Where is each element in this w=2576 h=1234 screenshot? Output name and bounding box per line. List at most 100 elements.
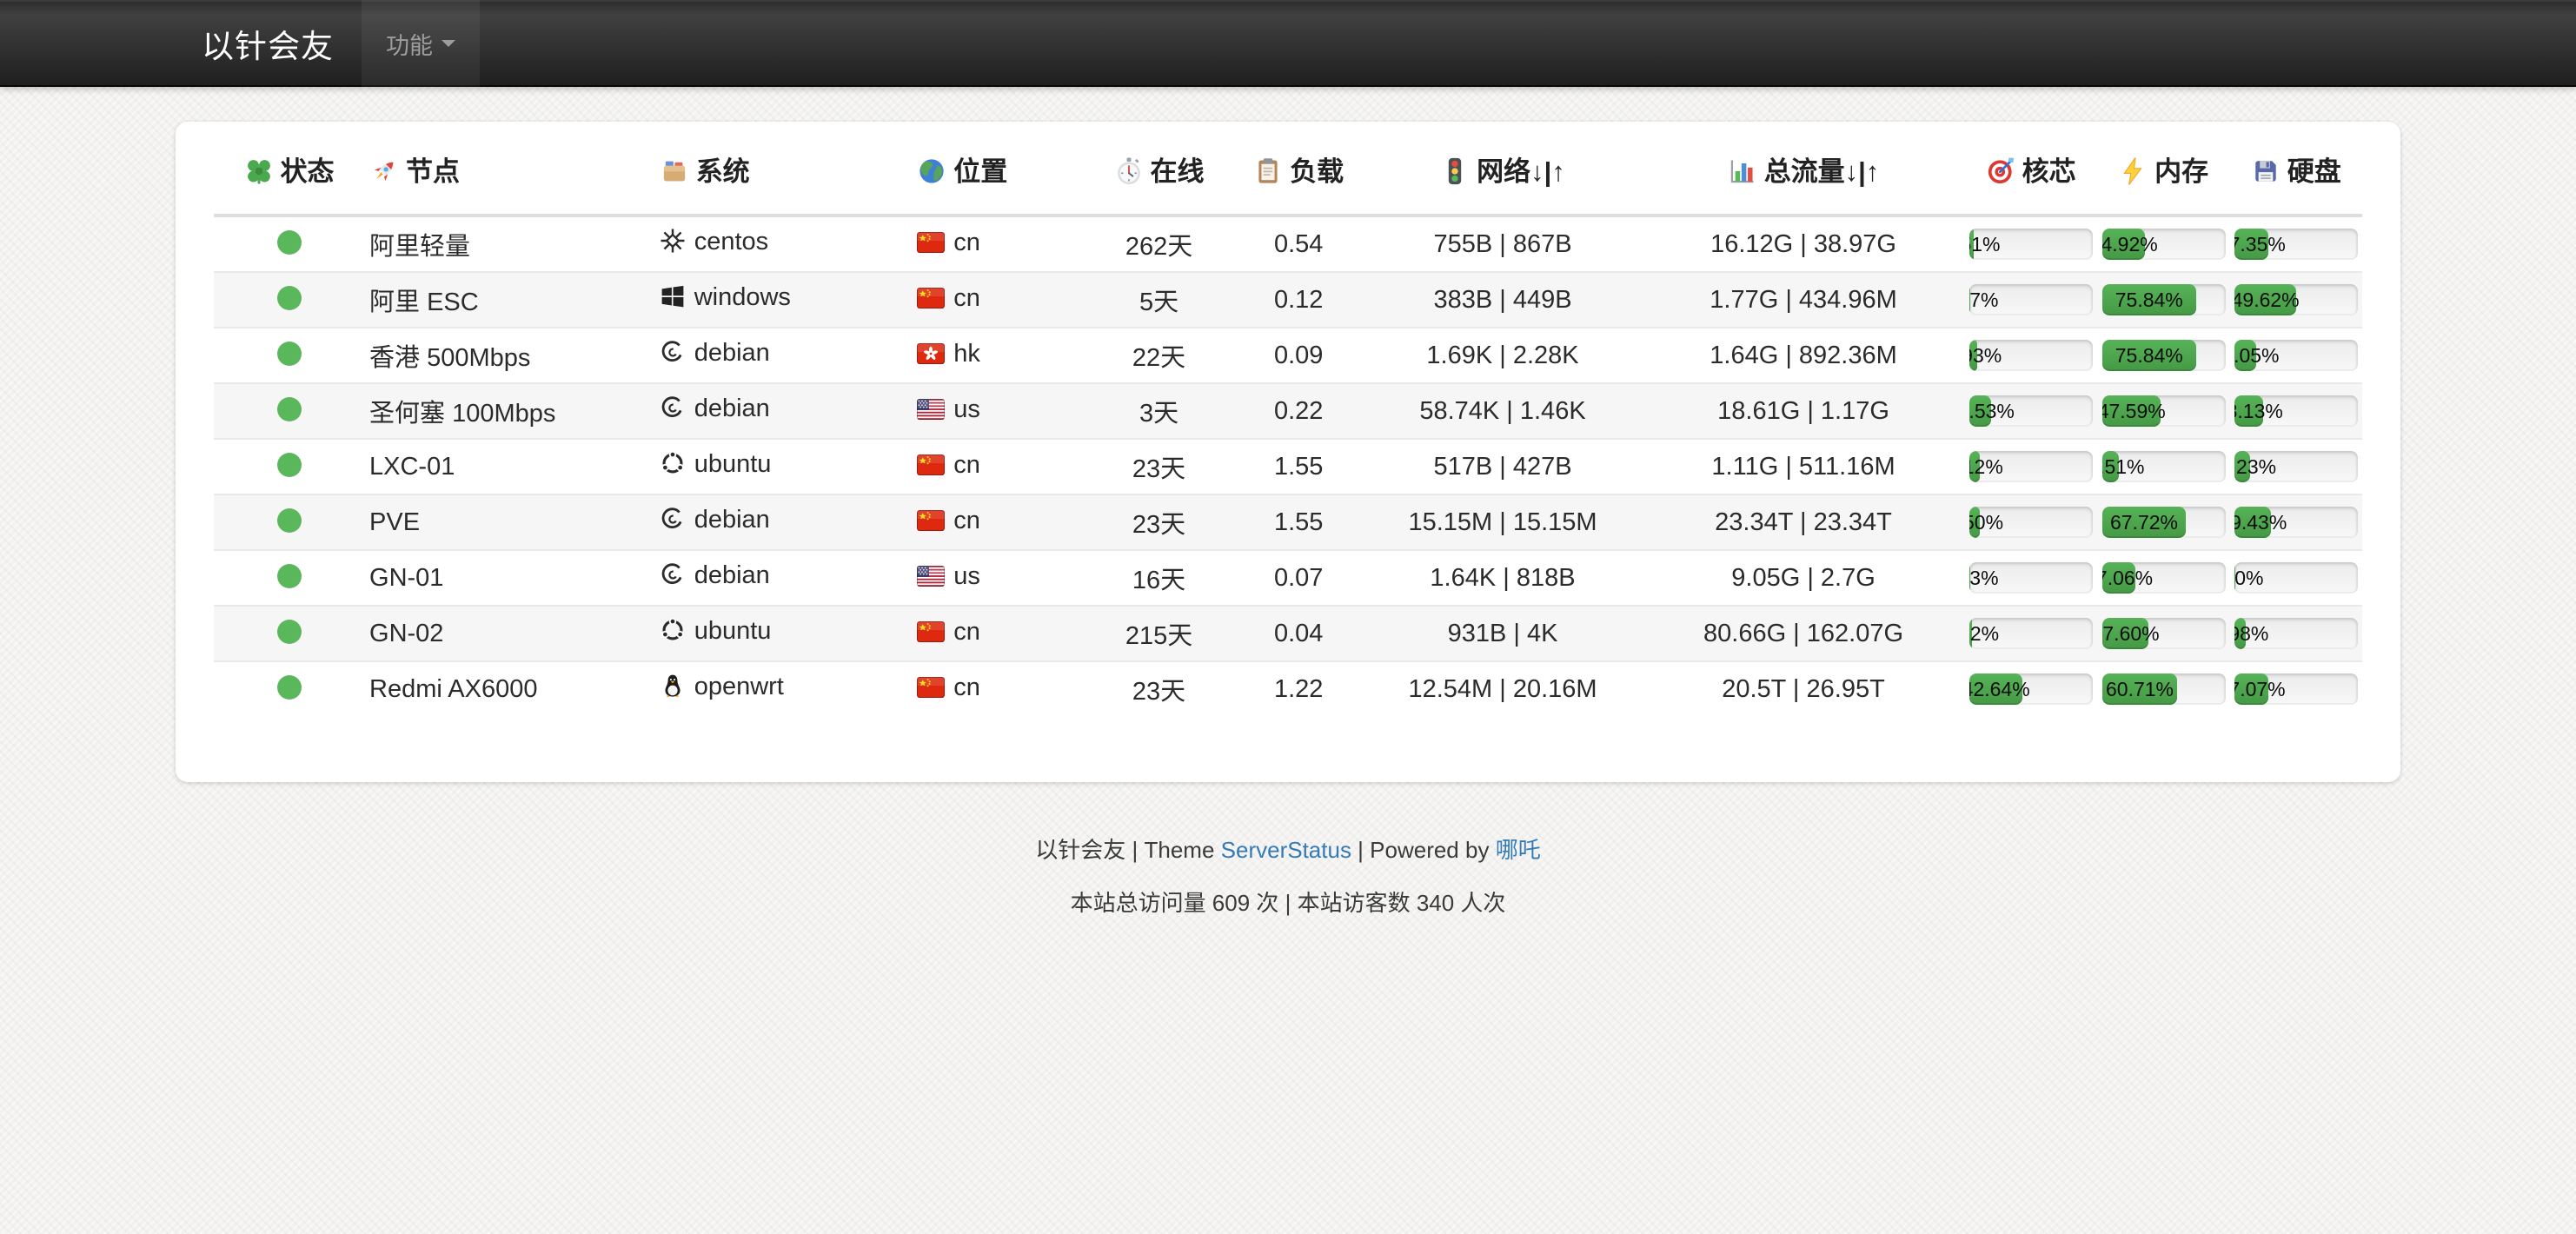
status-dot-online [277, 508, 302, 533]
ram-percent: 27.06% [2102, 568, 2153, 588]
traffic-value: 20.5T | 26.95T [1643, 661, 1965, 716]
flag-cn-icon [917, 287, 945, 315]
load-value: 1.55 [1234, 439, 1363, 494]
disk-percent: 27.07% [2234, 680, 2285, 700]
traffic-value: 80.66G | 162.07G [1643, 606, 1965, 661]
os-label: debian [694, 506, 770, 534]
ram-percent: 67.72% [2110, 513, 2178, 533]
network-value: 755B | 867B [1363, 216, 1642, 272]
uptime-value: 3天 [1084, 383, 1234, 439]
status-dot-online [277, 453, 302, 477]
ubuntu-os-icon [660, 617, 686, 650]
menu-dropdown[interactable]: 功能 [362, 0, 480, 87]
ram-progress: 75.84% [2102, 340, 2226, 371]
network-value: 1.64K | 818B [1363, 550, 1642, 606]
disk-progress: 27.07% [2234, 673, 2358, 705]
node-name: PVE [364, 494, 654, 550]
os-label: debian [694, 339, 770, 367]
column-label: 总流量↓|↑ [1764, 156, 1880, 187]
disk-percent: 23.13% [2234, 401, 2282, 421]
status-dot-online [277, 397, 302, 421]
cpu-progress: 8.50% [1969, 507, 2093, 538]
node-name: 圣何塞 100Mbps [364, 383, 654, 439]
uptime-value: 23天 [1084, 439, 1234, 494]
status-dot-online [277, 564, 302, 588]
ram-progress: 34.92% [2102, 229, 2226, 260]
node-name: GN-02 [364, 606, 654, 661]
cpu-percent: 1.52% [1969, 624, 1999, 644]
table-row: 阿里 ESC windows cn 5天 0.12 383B | 449B 1.… [214, 272, 2362, 328]
network-value: 383B | 449B [1363, 272, 1642, 328]
footer: 以针会友 | Theme ServerStatus | Powered by 哪… [0, 833, 2576, 918]
servers-table: 状态节点系统位置在线负载网络↓|↑总流量↓|↑核芯内存硬盘 阿里轻量 cento… [214, 129, 2362, 716]
ram-progress: 13.51% [2102, 451, 2226, 482]
load-value: 0.54 [1234, 216, 1363, 272]
load-value: 0.09 [1234, 328, 1363, 383]
load-value: 0.04 [1234, 606, 1363, 661]
column-header-uptime: 在线 [1084, 129, 1234, 216]
powered-by-link[interactable]: 哪吒 [1496, 837, 1541, 863]
centos-os-icon [660, 228, 686, 261]
cpu-progress: 3.51% [1969, 229, 2093, 260]
ram-progress: 37.60% [2102, 618, 2226, 649]
column-header-network: 网络↓|↑ [1363, 129, 1642, 216]
column-header-ram: 内存 [2097, 129, 2230, 216]
brand-link[interactable]: 以针会友 [202, 0, 362, 87]
footer-sep1: | Theme [1125, 837, 1220, 863]
cpu-percent: 17.53% [1969, 401, 2014, 421]
disk-percent: 12.23% [2234, 457, 2276, 477]
debian-os-icon [660, 395, 686, 428]
uptime-value: 215天 [1084, 606, 1234, 661]
stopwatch-icon [1114, 156, 1144, 193]
uptime-value: 22天 [1084, 328, 1234, 383]
ram-percent: 34.92% [2102, 235, 2158, 255]
node-name: 香港 500Mbps [364, 328, 654, 383]
network-value: 15.15M | 15.15M [1363, 494, 1642, 550]
traffic-value: 1.11G | 511.16M [1643, 439, 1965, 494]
disk-progress: 12.23% [2234, 451, 2358, 482]
uptime-value: 5天 [1084, 272, 1234, 328]
floppy-icon [2251, 156, 2281, 193]
column-label: 负载 [1290, 156, 1344, 187]
network-value: 58.74K | 1.46K [1363, 383, 1642, 439]
network-value: 1.69K | 2.28K [1363, 328, 1642, 383]
disk-progress: 23.13% [2234, 395, 2358, 427]
status-dot-online [277, 286, 302, 310]
chevron-down-icon [442, 40, 455, 47]
node-name: LXC-01 [364, 439, 654, 494]
table-header-row: 状态节点系统位置在线负载网络↓|↑总流量↓|↑核芯内存硬盘 [214, 129, 2362, 216]
clipboard-icon [1253, 156, 1283, 193]
footer-sep2: | Powered by [1351, 837, 1496, 863]
column-label: 状态 [281, 156, 335, 187]
column-header-load: 负载 [1234, 129, 1363, 216]
visit-stats: 本站总访问量 609 次 | 本站访客数 340 人次 [0, 886, 2576, 918]
ram-percent: 13.51% [2102, 457, 2145, 477]
flag-cn-icon [917, 231, 945, 260]
column-label: 核芯 [2022, 156, 2076, 187]
clover-icon [244, 156, 274, 193]
column-label: 网络↓|↑ [1477, 156, 1565, 187]
traffic-value: 9.05G | 2.7G [1643, 550, 1965, 606]
node-name: 阿里 ESC [364, 272, 654, 328]
rocket-icon [369, 156, 399, 193]
node-name: GN-01 [364, 550, 654, 606]
location-code: cn [953, 229, 980, 256]
status-dot-online [277, 620, 302, 644]
traffic-value: 1.64G | 892.36M [1643, 328, 1965, 383]
ram-percent: 37.60% [2102, 624, 2160, 644]
disk-percent: 27.35% [2234, 235, 2285, 255]
disk-percent: 0.70% [2234, 568, 2263, 588]
traffic-value: 18.61G | 1.17G [1643, 383, 1965, 439]
column-header-cpu: 核芯 [1964, 129, 2097, 216]
network-value: 12.54M | 20.16M [1363, 661, 1642, 716]
theme-link[interactable]: ServerStatus [1221, 837, 1351, 863]
ram-percent: 75.84% [2115, 346, 2183, 366]
column-label: 节点 [406, 156, 460, 187]
network-value: 517B | 427B [1363, 439, 1642, 494]
location-code: us [953, 562, 980, 590]
bar-chart-icon [1728, 156, 1757, 193]
menu-dropdown-label: 功能 [386, 27, 433, 61]
status-dot-online [277, 675, 302, 700]
flag-hk-icon [917, 342, 945, 371]
load-value: 0.12 [1234, 272, 1363, 328]
